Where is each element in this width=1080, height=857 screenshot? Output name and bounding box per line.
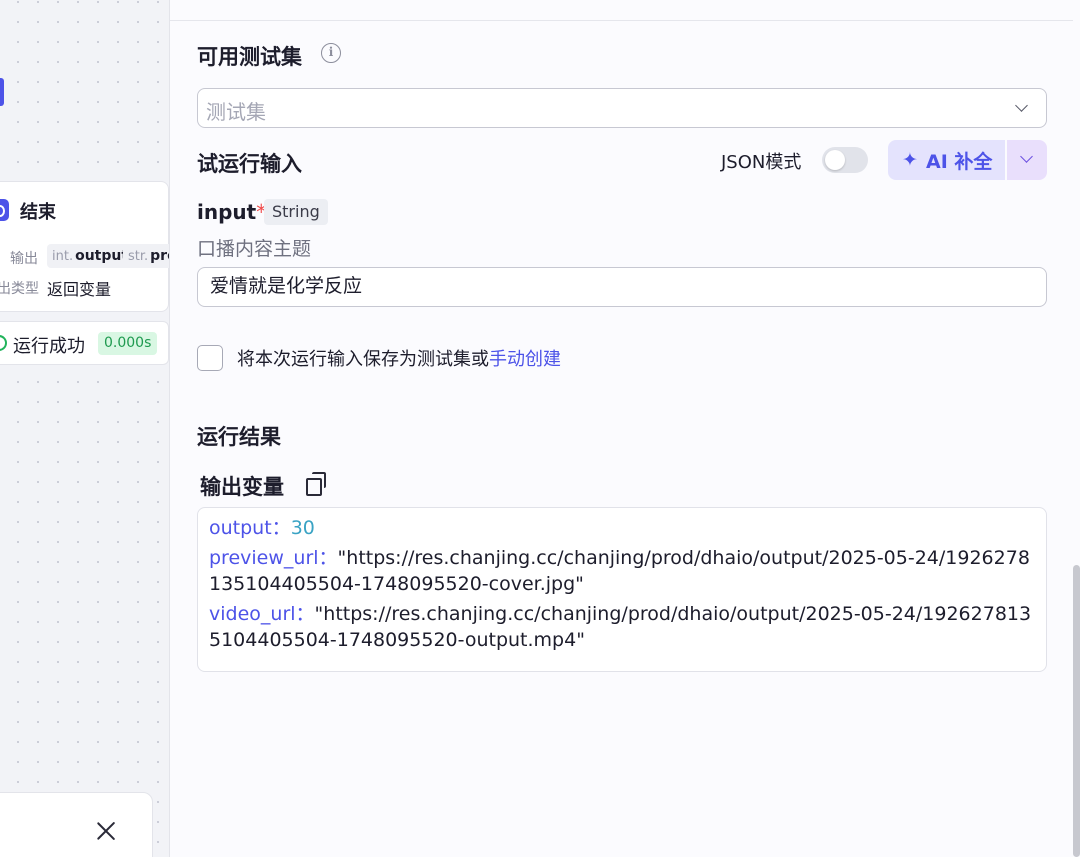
run-time-badge: 0.000s — [98, 332, 158, 355]
output-label: 输出 — [10, 251, 38, 267]
manual-create-link[interactable]: 手动创建 — [489, 349, 561, 370]
output-line: video_url："https://res.chanjing.cc/chanj… — [209, 603, 1032, 651]
close-icon[interactable] — [93, 818, 119, 844]
copy-icon[interactable] — [306, 472, 326, 496]
end-node-title: 结束 — [20, 202, 56, 223]
output-vars-title: 输出变量 — [200, 475, 284, 499]
success-status-icon — [0, 335, 7, 351]
ai-complete-dropdown[interactable] — [1007, 140, 1047, 180]
info-icon[interactable]: i — [321, 43, 341, 63]
json-mode-label: JSON模式 — [721, 152, 802, 173]
node-edge-marker — [0, 78, 4, 106]
scrollbar[interactable] — [1073, 565, 1080, 857]
output-tag: int. output — [47, 244, 134, 268]
output-type-label: 出类型 — [0, 281, 39, 297]
chevron-down-icon — [1020, 150, 1033, 163]
field-name: input* — [197, 200, 267, 224]
output-line: output：30 — [209, 517, 315, 539]
trial-input-title: 试运行输入 — [197, 152, 302, 176]
bottom-panel-card — [0, 792, 153, 857]
output-tag: str.pre — [123, 244, 169, 268]
run-status-text: 运行成功 — [13, 336, 85, 357]
testset-placeholder: 测试集 — [206, 100, 266, 124]
output-type-value: 返回变量 — [47, 280, 112, 299]
output-result-box: output：30 preview_url："https://res.chanj… — [197, 507, 1047, 672]
save-testset-checkbox[interactable] — [197, 345, 223, 371]
run-status-bar[interactable]: 运行成功 0.000s — [0, 321, 169, 365]
panel-divider — [170, 20, 1073, 21]
testset-title: 可用测试集 — [197, 45, 302, 69]
end-node[interactable]: 结束 输出 int.output str.pre 出类型 返回变量 — [0, 181, 169, 312]
ai-complete-button[interactable]: ✦ AI 补全 — [888, 140, 1005, 180]
sparkle-icon: ✦ — [902, 149, 918, 171]
json-mode-toggle[interactable] — [822, 147, 868, 173]
field-description: 口播内容主题 — [197, 238, 312, 260]
test-run-panel: 可用测试集 i 测试集 试运行输入 JSON模式 ✦ AI 补全 input* … — [169, 0, 1080, 857]
run-result-title: 运行结果 — [197, 425, 281, 449]
workflow-canvas[interactable]: 结束 输出 int.output str.pre 出类型 返回变量 运行成功 0… — [0, 0, 169, 857]
chevron-down-icon — [1015, 99, 1028, 112]
output-line: preview_url："https://res.chanjing.cc/cha… — [209, 547, 1030, 595]
end-node-icon — [0, 199, 9, 221]
ai-complete-label: AI 补全 — [926, 151, 993, 173]
field-type-tag: String — [264, 199, 328, 225]
input-field[interactable]: 爱情就是化学反应 — [197, 267, 1047, 307]
testset-select[interactable]: 测试集 — [197, 88, 1047, 128]
save-testset-label: 将本次运行输入保存为测试集或手动创建 — [237, 349, 561, 370]
